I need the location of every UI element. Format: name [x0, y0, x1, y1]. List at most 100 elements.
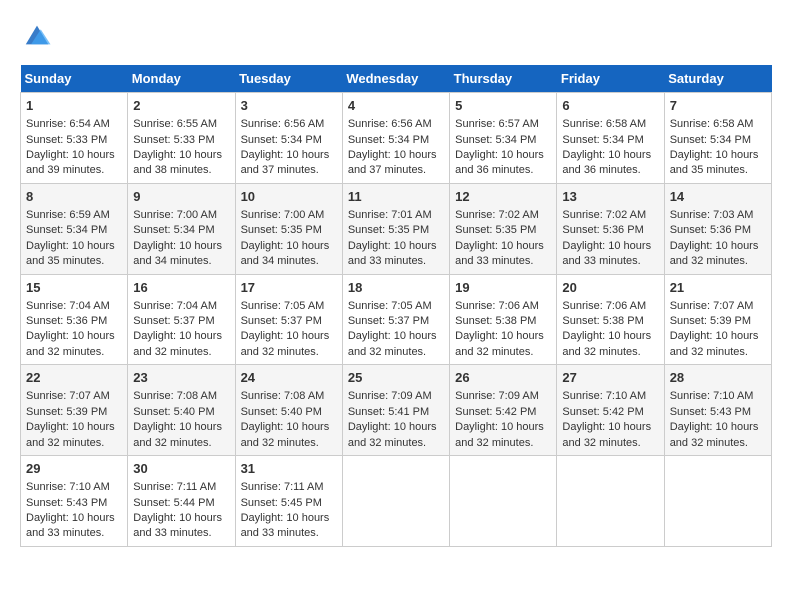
- sunset: Sunset: 5:35 PM: [241, 224, 322, 236]
- sunrise: Sunrise: 6:59 AM: [26, 209, 110, 221]
- calendar-cell: [664, 456, 771, 547]
- sunrise: Sunrise: 7:00 AM: [241, 209, 325, 221]
- sunset: Sunset: 5:40 PM: [133, 406, 214, 418]
- sunrise: Sunrise: 7:07 AM: [26, 390, 110, 402]
- calendar-cell: [342, 456, 449, 547]
- sunrise: Sunrise: 7:04 AM: [26, 300, 110, 312]
- day-number: 18: [348, 279, 444, 297]
- calendar-cell: 25Sunrise: 7:09 AMSunset: 5:41 PMDayligh…: [342, 365, 449, 456]
- sunrise: Sunrise: 6:54 AM: [26, 118, 110, 130]
- sunrise: Sunrise: 7:04 AM: [133, 300, 217, 312]
- daylight: Daylight: 10 hours and 35 minutes.: [670, 149, 759, 176]
- sunset: Sunset: 5:43 PM: [26, 497, 107, 509]
- daylight: Daylight: 10 hours and 34 minutes.: [133, 240, 222, 267]
- sunrise: Sunrise: 6:55 AM: [133, 118, 217, 130]
- calendar-cell: 9Sunrise: 7:00 AMSunset: 5:34 PMDaylight…: [128, 183, 235, 274]
- day-number: 26: [455, 369, 551, 387]
- daylight: Daylight: 10 hours and 39 minutes.: [26, 149, 115, 176]
- sunset: Sunset: 5:33 PM: [26, 134, 107, 146]
- calendar-cell: 3Sunrise: 6:56 AMSunset: 5:34 PMDaylight…: [235, 93, 342, 184]
- day-number: 8: [26, 188, 122, 206]
- sunset: Sunset: 5:36 PM: [562, 224, 643, 236]
- daylight: Daylight: 10 hours and 32 minutes.: [348, 421, 437, 448]
- daylight: Daylight: 10 hours and 32 minutes.: [348, 330, 437, 357]
- calendar-week-row: 15Sunrise: 7:04 AMSunset: 5:36 PMDayligh…: [21, 274, 772, 365]
- sunset: Sunset: 5:35 PM: [348, 224, 429, 236]
- sunrise: Sunrise: 7:05 AM: [241, 300, 325, 312]
- daylight: Daylight: 10 hours and 32 minutes.: [133, 421, 222, 448]
- daylight: Daylight: 10 hours and 32 minutes.: [562, 330, 651, 357]
- day-number: 12: [455, 188, 551, 206]
- day-number: 2: [133, 97, 229, 115]
- day-number: 11: [348, 188, 444, 206]
- calendar-cell: 20Sunrise: 7:06 AMSunset: 5:38 PMDayligh…: [557, 274, 664, 365]
- sunrise: Sunrise: 7:02 AM: [562, 209, 646, 221]
- daylight: Daylight: 10 hours and 38 minutes.: [133, 149, 222, 176]
- sunset: Sunset: 5:37 PM: [133, 315, 214, 327]
- day-header-thursday: Thursday: [450, 65, 557, 93]
- daylight: Daylight: 10 hours and 36 minutes.: [562, 149, 651, 176]
- day-number: 5: [455, 97, 551, 115]
- daylight: Daylight: 10 hours and 32 minutes.: [26, 330, 115, 357]
- daylight: Daylight: 10 hours and 36 minutes.: [455, 149, 544, 176]
- daylight: Daylight: 10 hours and 32 minutes.: [241, 330, 330, 357]
- sunrise: Sunrise: 7:09 AM: [348, 390, 432, 402]
- sunset: Sunset: 5:39 PM: [26, 406, 107, 418]
- sunrise: Sunrise: 6:56 AM: [241, 118, 325, 130]
- calendar-body: 1 Sunrise: 6:54 AM Sunset: 5:33 PM Daylight…: [21, 93, 772, 547]
- day-number: 1: [26, 97, 122, 115]
- calendar-cell: [450, 456, 557, 547]
- day-header-saturday: Saturday: [664, 65, 771, 93]
- daylight: Daylight: 10 hours and 33 minutes.: [26, 512, 115, 539]
- daylight: Daylight: 10 hours and 32 minutes.: [455, 421, 544, 448]
- sunrise: Sunrise: 7:08 AM: [241, 390, 325, 402]
- sunset: Sunset: 5:44 PM: [133, 497, 214, 509]
- sunset: Sunset: 5:33 PM: [133, 134, 214, 146]
- calendar-cell: 16Sunrise: 7:04 AMSunset: 5:37 PMDayligh…: [128, 274, 235, 365]
- daylight: Daylight: 10 hours and 32 minutes.: [455, 330, 544, 357]
- sunrise: Sunrise: 6:57 AM: [455, 118, 539, 130]
- calendar-cell: 28Sunrise: 7:10 AMSunset: 5:43 PMDayligh…: [664, 365, 771, 456]
- day-number: 23: [133, 369, 229, 387]
- calendar-cell: 15Sunrise: 7:04 AMSunset: 5:36 PMDayligh…: [21, 274, 128, 365]
- calendar-cell: 12Sunrise: 7:02 AMSunset: 5:35 PMDayligh…: [450, 183, 557, 274]
- calendar-cell: 11Sunrise: 7:01 AMSunset: 5:35 PMDayligh…: [342, 183, 449, 274]
- day-number: 29: [26, 460, 122, 478]
- daylight: Daylight: 10 hours and 35 minutes.: [26, 240, 115, 267]
- calendar-cell: 26Sunrise: 7:09 AMSunset: 5:42 PMDayligh…: [450, 365, 557, 456]
- day-number: 19: [455, 279, 551, 297]
- sunset: Sunset: 5:41 PM: [348, 406, 429, 418]
- daylight: Daylight: 10 hours and 32 minutes.: [670, 330, 759, 357]
- sunrise: Sunrise: 6:58 AM: [670, 118, 754, 130]
- calendar-week-row: 29Sunrise: 7:10 AMSunset: 5:43 PMDayligh…: [21, 456, 772, 547]
- daylight: Daylight: 10 hours and 33 minutes.: [562, 240, 651, 267]
- sunrise: Sunrise: 7:05 AM: [348, 300, 432, 312]
- calendar-cell: 5Sunrise: 6:57 AMSunset: 5:34 PMDaylight…: [450, 93, 557, 184]
- sunset: Sunset: 5:40 PM: [241, 406, 322, 418]
- sunrise: Sunrise: 7:06 AM: [562, 300, 646, 312]
- day-number: 4: [348, 97, 444, 115]
- day-number: 6: [562, 97, 658, 115]
- calendar-cell: 22Sunrise: 7:07 AMSunset: 5:39 PMDayligh…: [21, 365, 128, 456]
- sunset: Sunset: 5:42 PM: [562, 406, 643, 418]
- day-number: 7: [670, 97, 766, 115]
- daylight: Daylight: 10 hours and 32 minutes.: [670, 421, 759, 448]
- calendar-cell: 18Sunrise: 7:05 AMSunset: 5:37 PMDayligh…: [342, 274, 449, 365]
- calendar-cell: 10Sunrise: 7:00 AMSunset: 5:35 PMDayligh…: [235, 183, 342, 274]
- sunrise: Sunrise: 7:10 AM: [562, 390, 646, 402]
- calendar-cell: 23 Sunrise: 7:08 AM Sunset: 5:40 PM Dayligh…: [128, 365, 235, 456]
- day-number: 31: [241, 460, 337, 478]
- sunrise: Sunrise: 7:02 AM: [455, 209, 539, 221]
- daylight: Daylight: 10 hours and 32 minutes.: [670, 240, 759, 267]
- logo-icon: [22, 20, 52, 50]
- sunrise: Sunrise: 7:11 AM: [241, 481, 324, 493]
- calendar-cell: 7 Sunrise: 6:58 AM Sunset: 5:34 PM Daylight…: [664, 93, 771, 184]
- sunrise: Sunrise: 7:08 AM: [133, 390, 217, 402]
- day-header-wednesday: Wednesday: [342, 65, 449, 93]
- sunrise: Sunrise: 7:03 AM: [670, 209, 754, 221]
- day-number: 14: [670, 188, 766, 206]
- sunrise: Sunrise: 7:10 AM: [670, 390, 754, 402]
- calendar-cell: [557, 456, 664, 547]
- sunset: Sunset: 5:34 PM: [670, 134, 751, 146]
- day-header-sunday: Sunday: [21, 65, 128, 93]
